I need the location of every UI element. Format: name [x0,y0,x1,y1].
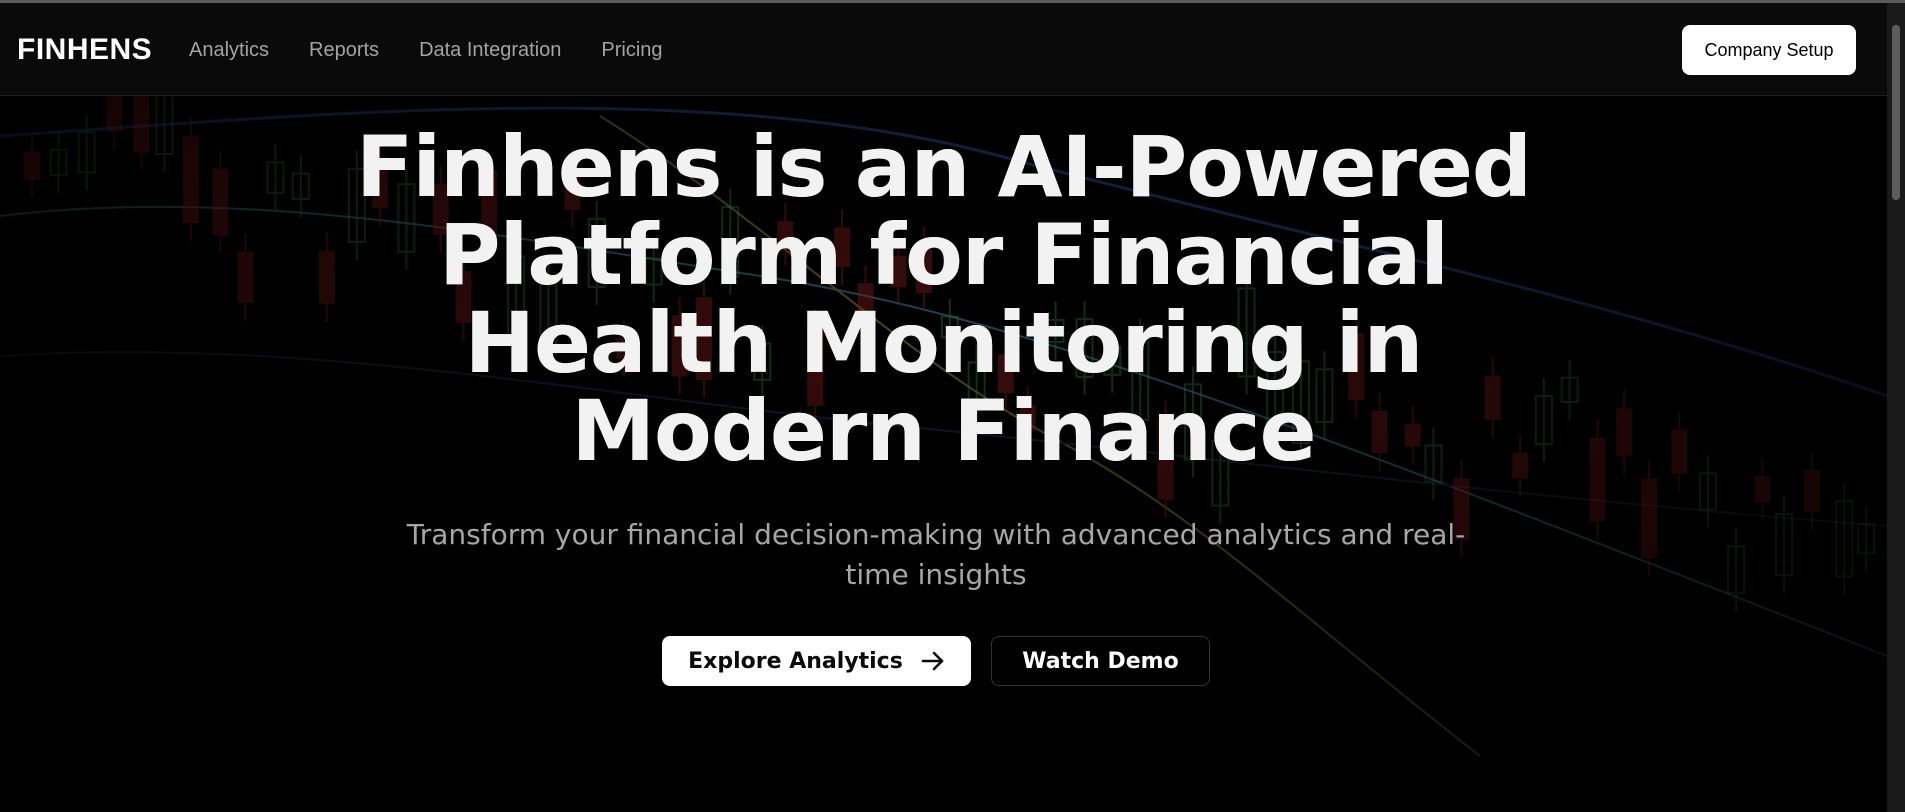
background-candle [1589,437,1606,521]
page-scrollbar[interactable] [1887,3,1905,812]
background-candle [1616,408,1633,456]
background-candle [182,136,199,224]
hero-title: Finhens is an AI-Powered Platform for Fi… [300,123,1587,475]
background-candle [133,96,150,153]
background-candle [1754,476,1771,503]
nav-item-data-integration[interactable]: Data Integration [419,39,561,62]
company-setup-button[interactable]: Company Setup [1682,25,1856,75]
landing-page: FINHENS Analytics Reports Data Integrati… [0,3,1887,812]
hero-cta-row: Explore Analytics Watch Demo [662,636,1210,686]
brand-logo[interactable]: FINHENS [17,33,152,67]
scrollbar-thumb[interactable] [1892,25,1900,200]
background-candle [1671,429,1688,474]
background-candle [237,251,254,303]
hero-subtitle: Transform your financial decision-making… [406,518,1466,591]
nav-item-reports[interactable]: Reports [309,39,379,62]
nav-item-analytics[interactable]: Analytics [189,39,269,62]
explore-analytics-button[interactable]: Explore Analytics [662,636,971,686]
background-candle [1641,478,1658,559]
nav-item-pricing[interactable]: Pricing [601,39,662,62]
background-candle [23,151,40,180]
background-candle [1804,469,1821,512]
site-header: FINHENS Analytics Reports Data Integrati… [0,3,1887,96]
watch-demo-button[interactable]: Watch Demo [991,636,1210,686]
explore-analytics-label: Explore Analytics [688,648,903,674]
background-candle [212,168,229,236]
page-bottom-band [0,765,1887,812]
background-candle [106,96,123,132]
main-nav: Analytics Reports Data Integration Prici… [189,39,663,62]
arrow-right-icon [921,651,945,671]
